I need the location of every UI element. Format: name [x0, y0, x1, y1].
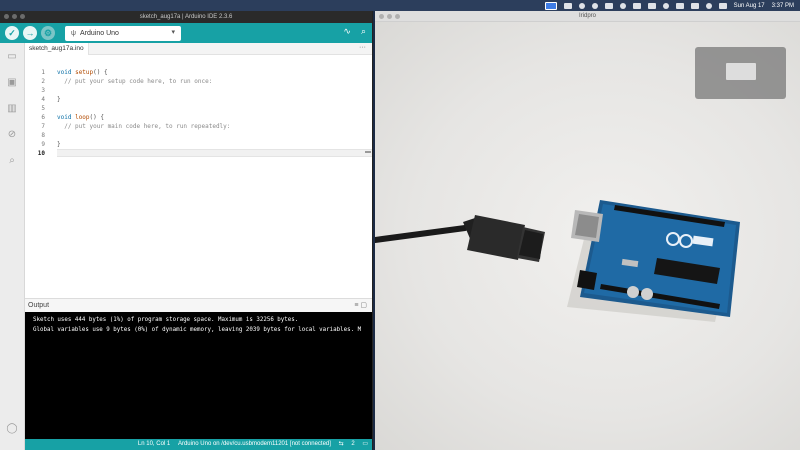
current-line-highlight: [57, 149, 372, 157]
scroll-marker: [365, 151, 371, 153]
code-comment: // put your main code here, to run repea…: [57, 123, 231, 130]
clear-output-icon[interactable]: ≡: [354, 302, 358, 309]
ide-window-title: sketch_aug17a | Arduino IDE 2.3.6: [139, 14, 233, 20]
code-function: loop: [75, 114, 90, 121]
spotify-icon[interactable]: [619, 2, 626, 9]
toggle-panel-icon[interactable]: ▭: [362, 441, 368, 447]
cursor-position[interactable]: Ln 10, Col 1: [138, 441, 170, 447]
minimize-window-icon[interactable]: [387, 14, 392, 19]
notification-count: 2: [351, 441, 355, 447]
battery-icon[interactable]: [675, 2, 684, 9]
app-icon[interactable]: [604, 2, 613, 9]
lock-scroll-icon[interactable]: ▢: [360, 302, 367, 309]
menubar-status-area: Sun Aug 17 3:37 PM: [544, 0, 794, 11]
notifications-icon[interactable]: ⇆ 2: [339, 441, 355, 447]
line-number: 6: [41, 114, 45, 121]
status-icon[interactable]: [578, 2, 585, 9]
line-number: 9: [41, 141, 45, 148]
line-number: 7: [41, 123, 45, 130]
arduino-ide-window: sketch_aug17a | Arduino IDE 2.3.6 ✓ → ⚙ …: [0, 11, 373, 450]
boards-manager-icon[interactable]: ▣: [6, 77, 18, 88]
code-keyword: void: [57, 69, 72, 76]
board-selector[interactable]: ψ Arduino Uno ▾: [65, 25, 181, 41]
library-manager-icon[interactable]: ▥: [6, 103, 18, 114]
code-function: setup: [75, 69, 94, 76]
toolbar-right: ∿ ⌕: [343, 26, 366, 37]
line-number: 3: [41, 87, 45, 94]
usb-icon: ψ: [71, 29, 76, 37]
menubar-date[interactable]: Sun Aug 17: [734, 3, 765, 9]
overlay-thumbnail: [726, 63, 756, 80]
menu-bar: Sun Aug 17 3:37 PM: [0, 0, 800, 11]
profile-icon[interactable]: ◯: [6, 423, 18, 434]
clock-icon[interactable]: [662, 2, 669, 9]
debug-button[interactable]: ⚙: [41, 26, 55, 40]
line-number: 5: [41, 105, 45, 112]
output-label: Output: [28, 302, 50, 309]
editor-tabs: sketch_aug17a.ino ···: [25, 43, 372, 55]
tab-sketch[interactable]: sketch_aug17a.ino: [25, 43, 89, 55]
webcam-window: Iridpro: [375, 11, 800, 450]
window-controls: [379, 14, 400, 19]
search-icon[interactable]: [705, 2, 712, 9]
line-number: 4: [41, 96, 45, 103]
cloud-icon[interactable]: [632, 2, 641, 9]
screen-recording-icon[interactable]: [544, 1, 557, 10]
line-number: 2: [41, 78, 45, 85]
minimize-window-icon[interactable]: [12, 14, 17, 19]
chevron-down-icon: ▾: [171, 28, 175, 36]
webcam-feed: [375, 22, 800, 450]
tab-more-button[interactable]: ···: [359, 43, 366, 53]
zoom-window-icon[interactable]: [20, 14, 25, 19]
output-line: Sketch uses 444 bytes (1%) of program st…: [33, 317, 299, 323]
usb-cable: [375, 225, 468, 243]
wifi-icon[interactable]: [690, 2, 699, 9]
code-text: () {: [89, 114, 104, 121]
output-console[interactable]: Sketch uses 444 bytes (1%) of program st…: [25, 312, 372, 439]
zoom-window-icon[interactable]: [395, 14, 400, 19]
camera-overlay-widget[interactable]: [695, 47, 786, 99]
code-line: }: [57, 141, 61, 148]
display-icon[interactable]: [563, 2, 572, 9]
webcam-title-bar[interactable]: Iridpro: [375, 11, 800, 22]
serial-plotter-icon[interactable]: ∿: [343, 26, 351, 37]
close-window-icon[interactable]: [4, 14, 9, 19]
code-line: }: [57, 96, 61, 103]
upload-button[interactable]: →: [23, 26, 37, 40]
code-text: () {: [93, 69, 108, 76]
debug-icon[interactable]: ⊘: [6, 129, 18, 140]
code-keyword: void: [57, 114, 72, 121]
output-line: Global variables use 9 bytes (0%) of dyn…: [33, 327, 362, 333]
sketchbook-icon[interactable]: ▭: [6, 51, 18, 62]
output-panel-header: Output ≡ ▢: [25, 298, 372, 312]
output-actions: ≡ ▢: [354, 299, 367, 313]
line-number: 8: [41, 132, 45, 139]
close-window-icon[interactable]: [379, 14, 384, 19]
code-comment: // put your setup code here, to run once…: [57, 78, 213, 85]
ide-toolbar: ✓ → ⚙ ψ Arduino Uno ▾ ∿ ⌕: [0, 23, 372, 43]
usb-plug: [463, 215, 545, 262]
ide-sidebar: ▭ ▣ ▥ ⊘ ⌕ ◯: [0, 43, 25, 450]
sync-icon[interactable]: [591, 2, 598, 9]
line-number: 10: [37, 150, 45, 157]
code-line: void loop() {: [57, 114, 104, 121]
search-icon[interactable]: ⌕: [6, 155, 18, 166]
ide-title-bar[interactable]: sketch_aug17a | Arduino IDE 2.3.6: [0, 11, 372, 23]
board-name: Arduino Uno: [80, 29, 119, 37]
code-editor[interactable]: 1 2 3 4 5 6 7 8 9 10 void setup() { // p…: [25, 56, 372, 298]
text-icon[interactable]: [647, 2, 656, 9]
verify-button[interactable]: ✓: [5, 26, 19, 40]
status-bar: Ln 10, Col 1 Arduino Uno on /dev/cu.usbm…: [25, 439, 372, 450]
window-controls: [4, 14, 25, 19]
line-number: 1: [41, 69, 45, 76]
board-port-status[interactable]: Arduino Uno on /dev/cu.usbmodem11201 [no…: [178, 441, 331, 447]
code-line: void setup() {: [57, 69, 108, 76]
menubar-time[interactable]: 3:37 PM: [772, 3, 794, 9]
serial-monitor-icon[interactable]: ⌕: [361, 26, 366, 37]
control-center-icon[interactable]: [718, 2, 727, 9]
webcam-window-title: Iridpro: [578, 13, 596, 19]
